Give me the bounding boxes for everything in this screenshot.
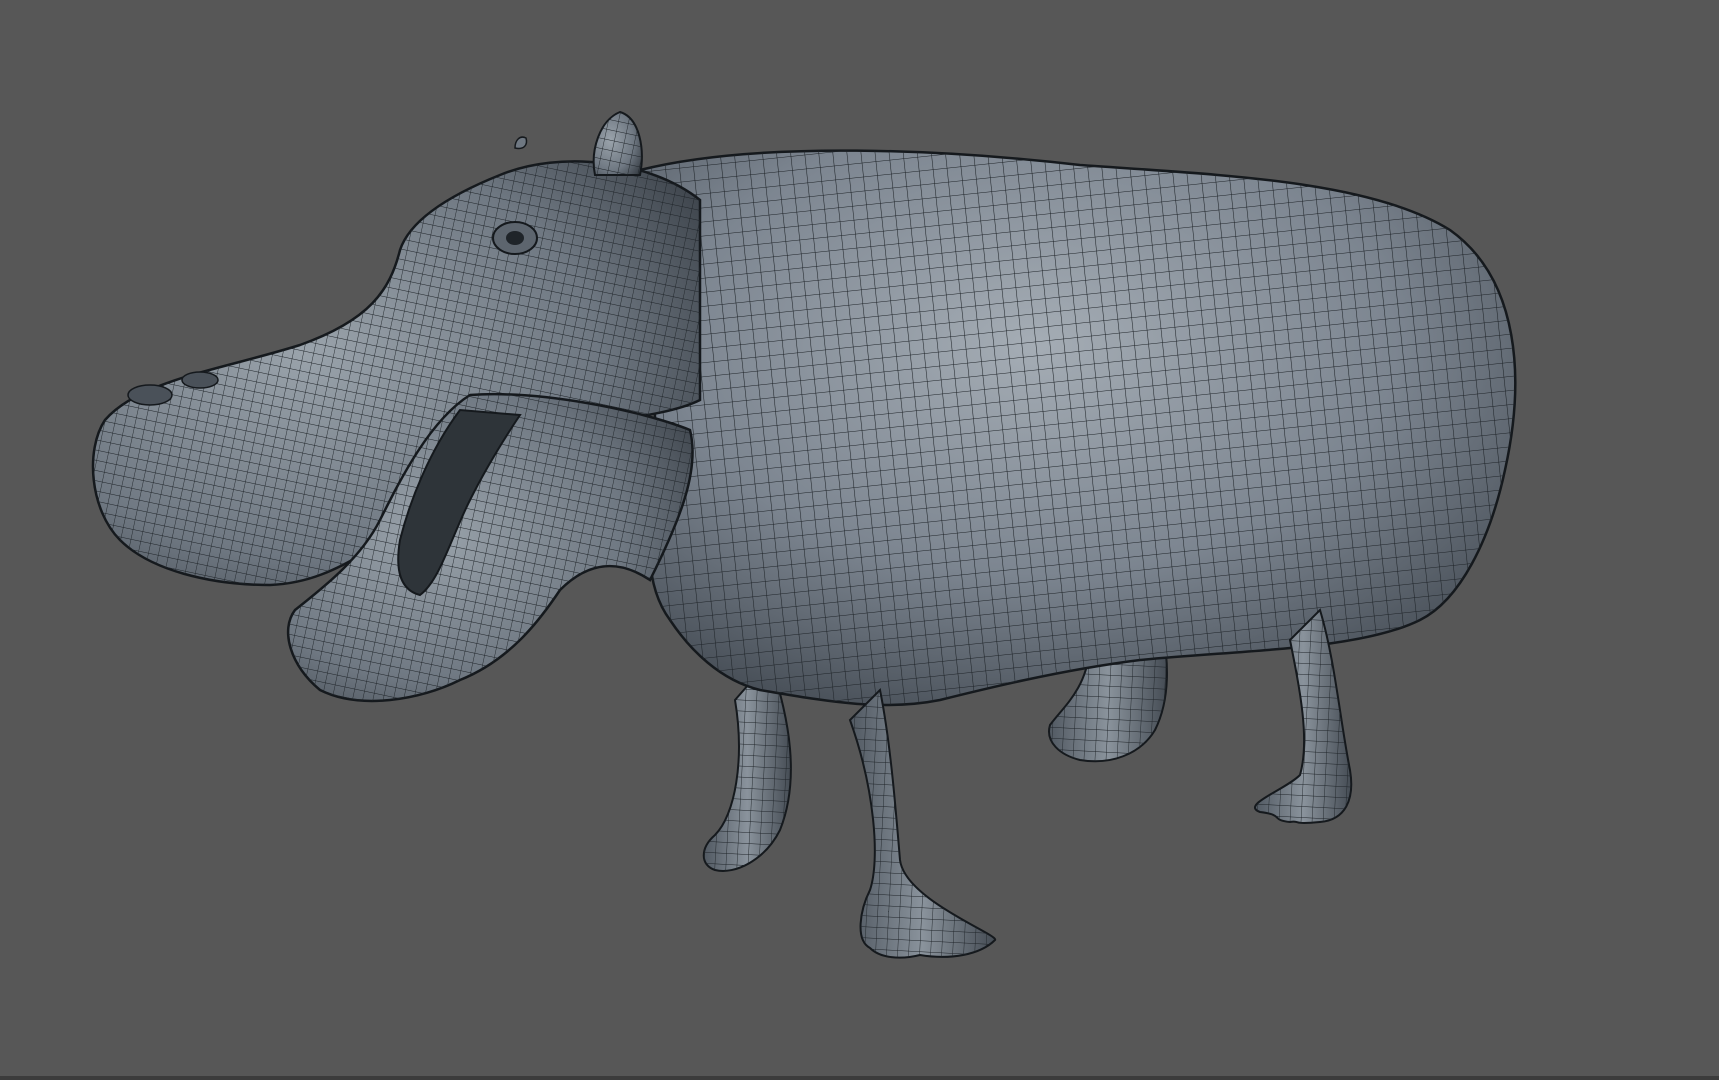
hippo-ear-near [592,110,643,176]
3d-viewport[interactable] [0,0,1719,1076]
hippo-body [638,149,1517,707]
hippo-ear-far [514,136,528,150]
hippo-mesh-model[interactable] [0,0,1719,1076]
viewport-bottom-border [0,1076,1719,1080]
hippo-eye [492,221,538,255]
hippo-front-leg-near [848,687,997,959]
